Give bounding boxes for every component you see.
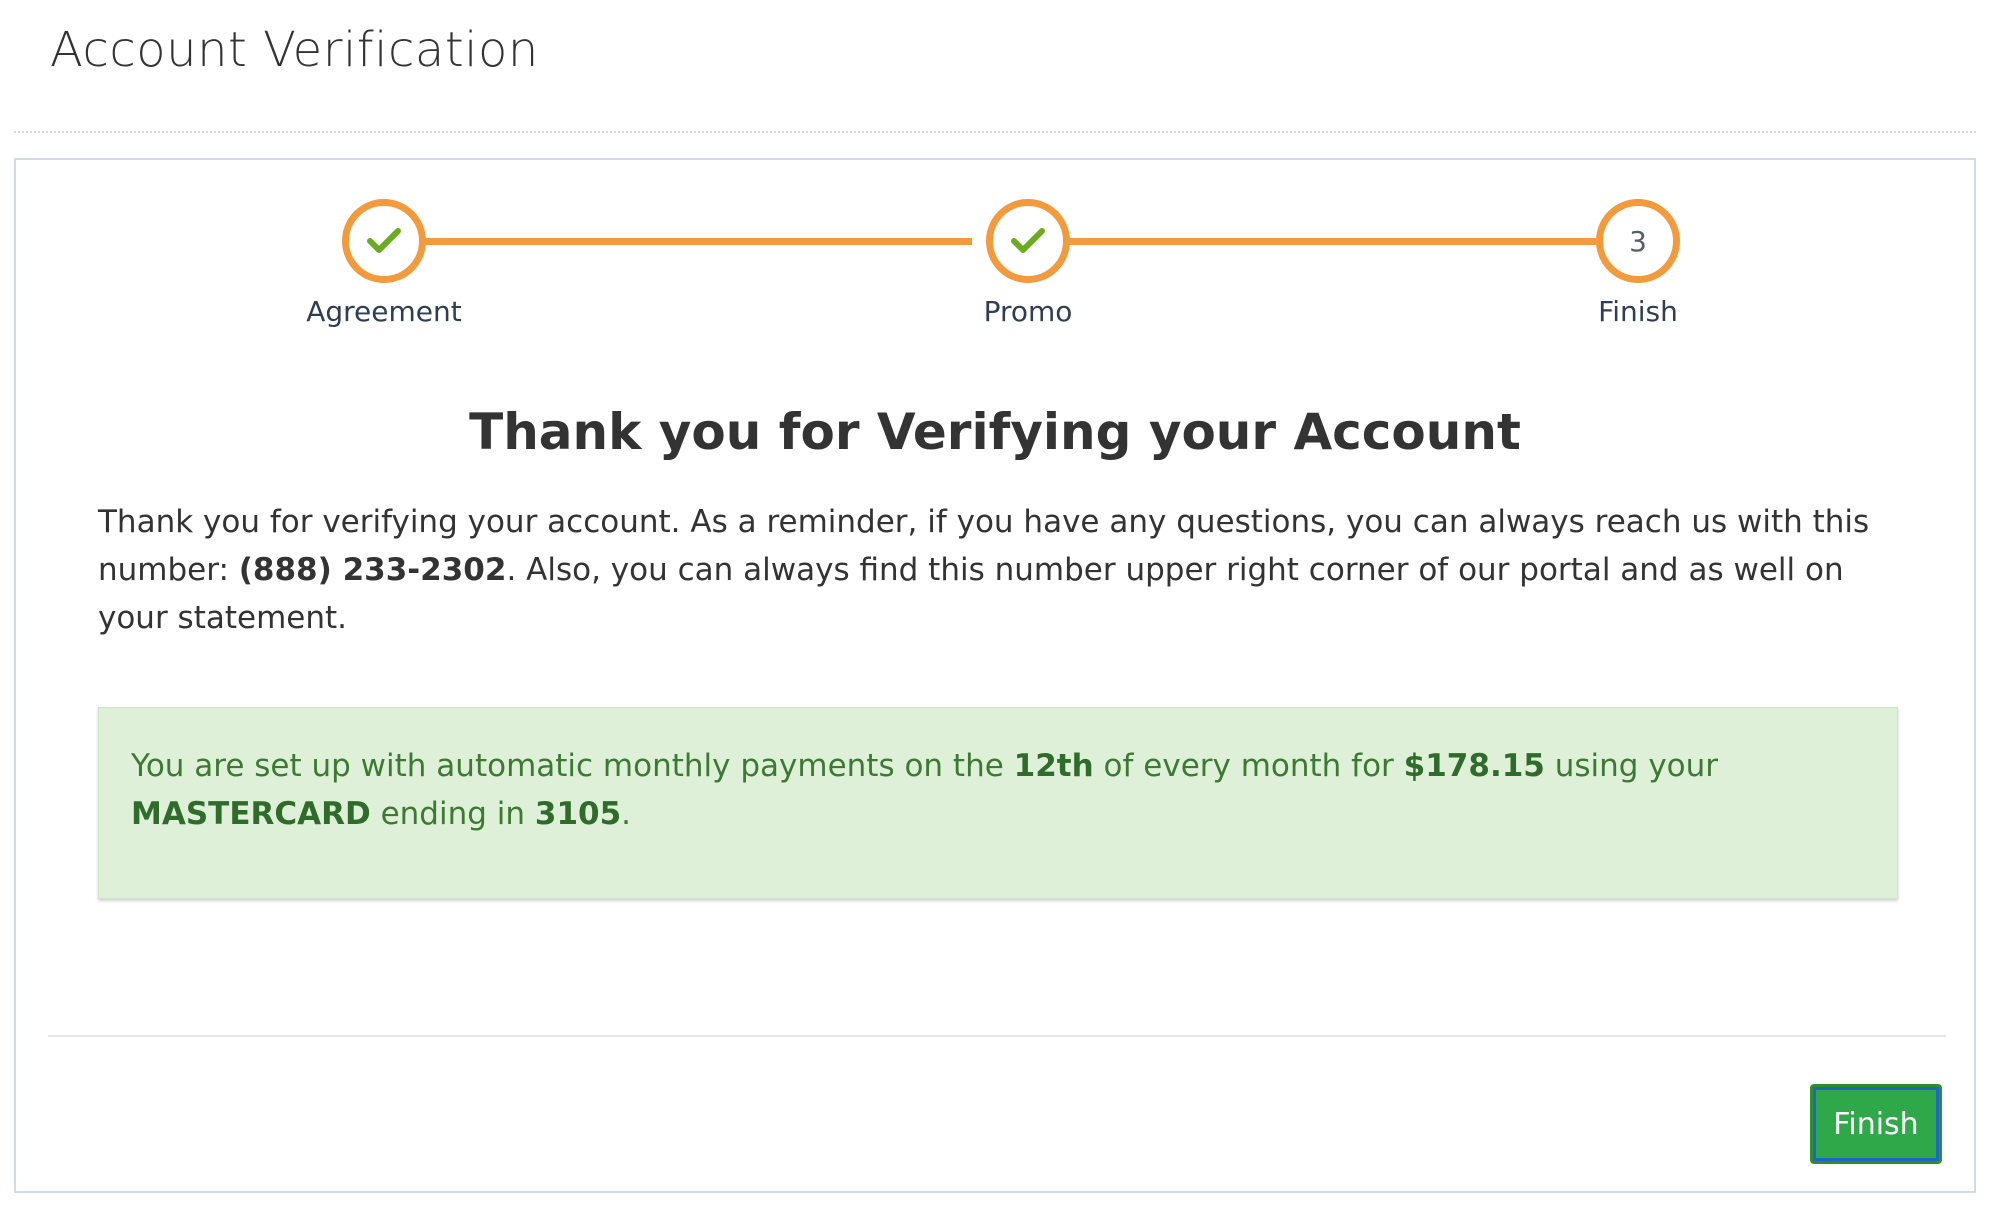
alert-text: . [621, 796, 632, 832]
step-agreement-circle [342, 199, 426, 283]
step-promo-label: Promo [983, 295, 1073, 328]
support-phone-number: (888) 233-2302 [238, 552, 507, 588]
alert-text: using your [1544, 748, 1719, 784]
page-title: Account Verification [50, 22, 539, 78]
payment-success-alert: You are set up with automatic monthly pa… [98, 707, 1898, 899]
step-finish-circle: 3 [1596, 199, 1680, 283]
title-divider [14, 131, 1976, 133]
footer-divider [48, 1035, 1946, 1037]
alert-text: ending in [370, 796, 535, 832]
alert-text: of every month for [1093, 748, 1404, 784]
alert-text: You are set up with automatic monthly pa… [131, 748, 1014, 784]
card-last-four: 3105 [534, 796, 622, 832]
payment-day: 12th [1013, 748, 1094, 784]
finish-button[interactable]: Finish [1810, 1084, 1942, 1164]
check-icon [1011, 228, 1045, 253]
progress-line-2 [1016, 238, 1596, 245]
intro-text: Thank you for verifying your account. As… [98, 498, 1898, 642]
verification-panel: Agreement Promo 3 Finish Thank you for V… [14, 158, 1976, 1193]
step-finish-label: Finish [1598, 295, 1678, 328]
step-promo-circle [986, 199, 1070, 283]
step-number: 3 [1629, 224, 1647, 258]
progress-tracker: Agreement Promo 3 Finish [16, 160, 1974, 360]
check-icon [367, 228, 401, 253]
progress-line-1 [372, 238, 972, 245]
step-agreement-label: Agreement [306, 295, 462, 328]
confirmation-heading: Thank you for Verifying your Account [469, 403, 1521, 461]
payment-amount: $178.15 [1403, 748, 1545, 784]
card-type: MASTERCARD [131, 796, 371, 832]
